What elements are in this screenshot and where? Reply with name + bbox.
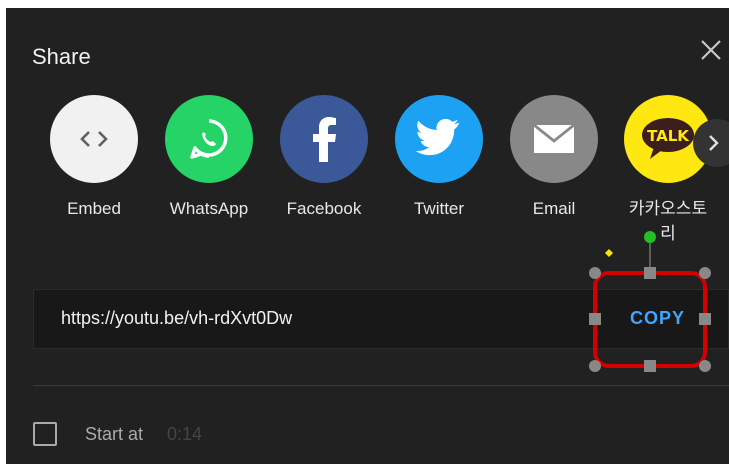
share-email-button[interactable]: Email [499, 95, 609, 221]
dialog-title: Share [32, 44, 91, 69]
share-target-label: Email [532, 199, 576, 218]
twitter-icon [395, 95, 483, 183]
chevron-right-icon [709, 135, 719, 151]
share-target-label: 카카오스토리 [628, 199, 708, 243]
share-target-label: Facebook [286, 199, 362, 218]
close-icon[interactable] [699, 38, 723, 62]
share-target-label: Embed [67, 199, 121, 218]
start-at-time-input[interactable]: 0:14 [167, 424, 202, 445]
share-target-label: Twitter [413, 199, 465, 218]
email-icon [510, 95, 598, 183]
share-facebook-button[interactable]: Facebook [269, 95, 379, 221]
share-embed-button[interactable]: Embed [39, 95, 149, 221]
whatsapp-icon [165, 95, 253, 183]
divider [33, 385, 729, 386]
share-url-field: https://youtu.be/vh-rdXvt0Dw COPY [33, 289, 729, 349]
share-dialog: Share Embed WhatsApp Facebook Twitter Em… [6, 8, 729, 464]
svg-text:TALK: TALK [647, 127, 690, 145]
facebook-icon [280, 95, 368, 183]
share-whatsapp-button[interactable]: WhatsApp [154, 95, 264, 221]
start-at-checkbox[interactable] [33, 422, 57, 446]
start-at-label: Start at [85, 424, 144, 444]
share-target-label: WhatsApp [169, 199, 249, 218]
embed-icon [50, 95, 138, 183]
share-url-text[interactable]: https://youtu.be/vh-rdXvt0Dw [61, 308, 292, 329]
share-twitter-button[interactable]: Twitter [384, 95, 494, 221]
copy-button[interactable]: COPY [630, 308, 685, 329]
share-kakaotalk-button[interactable]: TALK 카카오스토리 [613, 95, 723, 246]
